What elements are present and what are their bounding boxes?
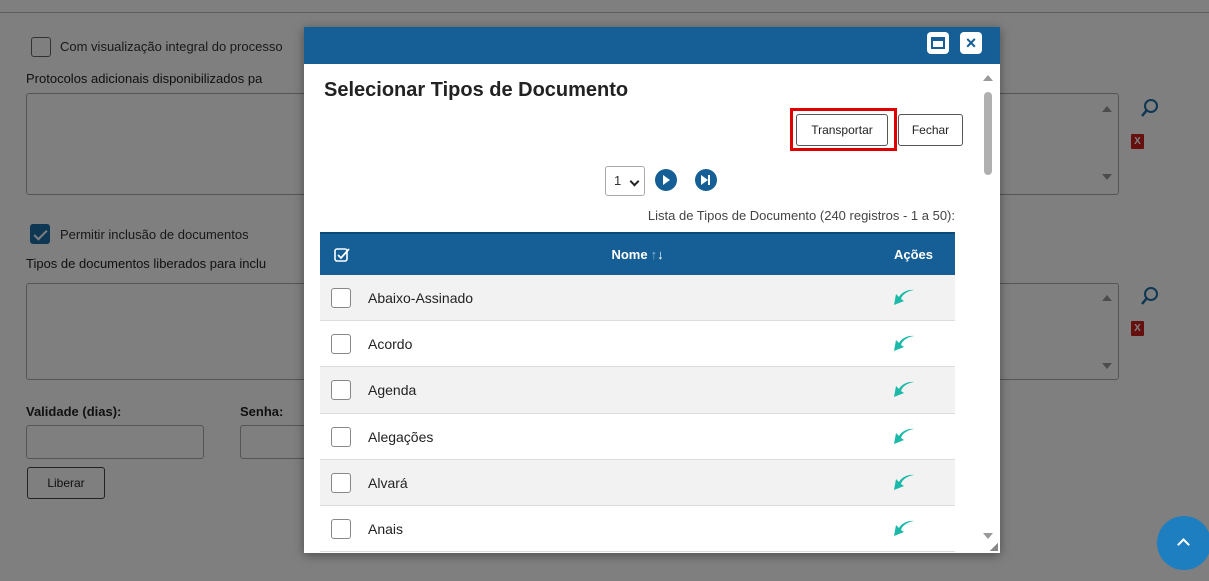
scroll-to-top-button[interactable] <box>1157 516 1209 570</box>
row-checkbox[interactable] <box>331 518 351 539</box>
transport-arrow-icon[interactable] <box>893 427 915 445</box>
row-name: Agenda <box>368 382 417 399</box>
row-checkbox[interactable] <box>331 380 351 401</box>
table-header: Nome ↑↓ Ações <box>320 232 955 275</box>
row-name: Alvará <box>368 474 408 491</box>
scroll-down-icon[interactable] <box>983 533 993 539</box>
list-caption: Lista de Tipos de Documento (240 registr… <box>647 208 955 223</box>
table-body: Abaixo-Assinado Acordo Agenda Alegações <box>320 275 955 553</box>
row-name: Acordo <box>368 336 413 353</box>
close-button-label: Fechar <box>911 123 950 137</box>
row-name: Anais <box>368 520 404 537</box>
scroll-thumb[interactable] <box>984 92 992 175</box>
chevron-up-icon <box>1177 538 1190 551</box>
column-actions-header: Ações <box>893 247 933 262</box>
column-name-label: Nome <box>611 247 648 262</box>
resize-handle[interactable] <box>990 543 998 551</box>
table-row: Anais <box>320 505 955 553</box>
chevron-down-icon <box>629 176 640 187</box>
transport-arrow-icon[interactable] <box>893 380 915 398</box>
table-row: Abaixo-Assinado <box>320 275 955 322</box>
close-button[interactable]: Fechar <box>898 114 963 146</box>
row-checkbox[interactable] <box>331 472 351 493</box>
page-select[interactable]: 1 <box>605 166 645 196</box>
page-select-value: 1 <box>614 173 622 188</box>
next-page-icon[interactable] <box>655 169 677 191</box>
table-row: Agenda <box>320 367 955 414</box>
close-icon[interactable]: × <box>960 32 982 54</box>
transport-arrow-icon[interactable] <box>893 519 915 537</box>
transport-arrow-icon[interactable] <box>893 334 915 352</box>
table-row: Acordo <box>320 321 955 368</box>
document-types-table: Nome ↑↓ Ações Abaixo-Assinado Acordo Agen… <box>320 232 955 553</box>
transport-highlight <box>790 108 897 151</box>
row-checkbox[interactable] <box>331 334 351 355</box>
modal-scrollbar[interactable] <box>982 71 994 547</box>
last-page-icon[interactable] <box>695 169 717 191</box>
row-name: Abaixo-Assinado <box>368 290 474 306</box>
row-checkbox[interactable] <box>331 426 351 447</box>
row-name: Alegações <box>368 428 434 445</box>
modal-title: Selecionar Tipos de Documento <box>324 79 629 101</box>
column-name-header[interactable]: Nome ↑↓ <box>320 247 955 262</box>
transport-arrow-icon[interactable] <box>893 473 915 491</box>
modal-titlebar: × <box>304 27 1000 64</box>
scroll-up-icon[interactable] <box>983 75 993 81</box>
table-row: Alegações <box>320 413 955 460</box>
table-row: Alvará <box>320 459 955 506</box>
select-document-types-modal: × Selecionar Tipos de Documento Transpor… <box>304 27 1000 553</box>
sort-icon[interactable]: ↑↓ <box>651 247 664 262</box>
row-checkbox[interactable] <box>331 288 351 308</box>
maximize-icon[interactable] <box>927 32 949 54</box>
transport-arrow-icon[interactable] <box>893 288 915 306</box>
